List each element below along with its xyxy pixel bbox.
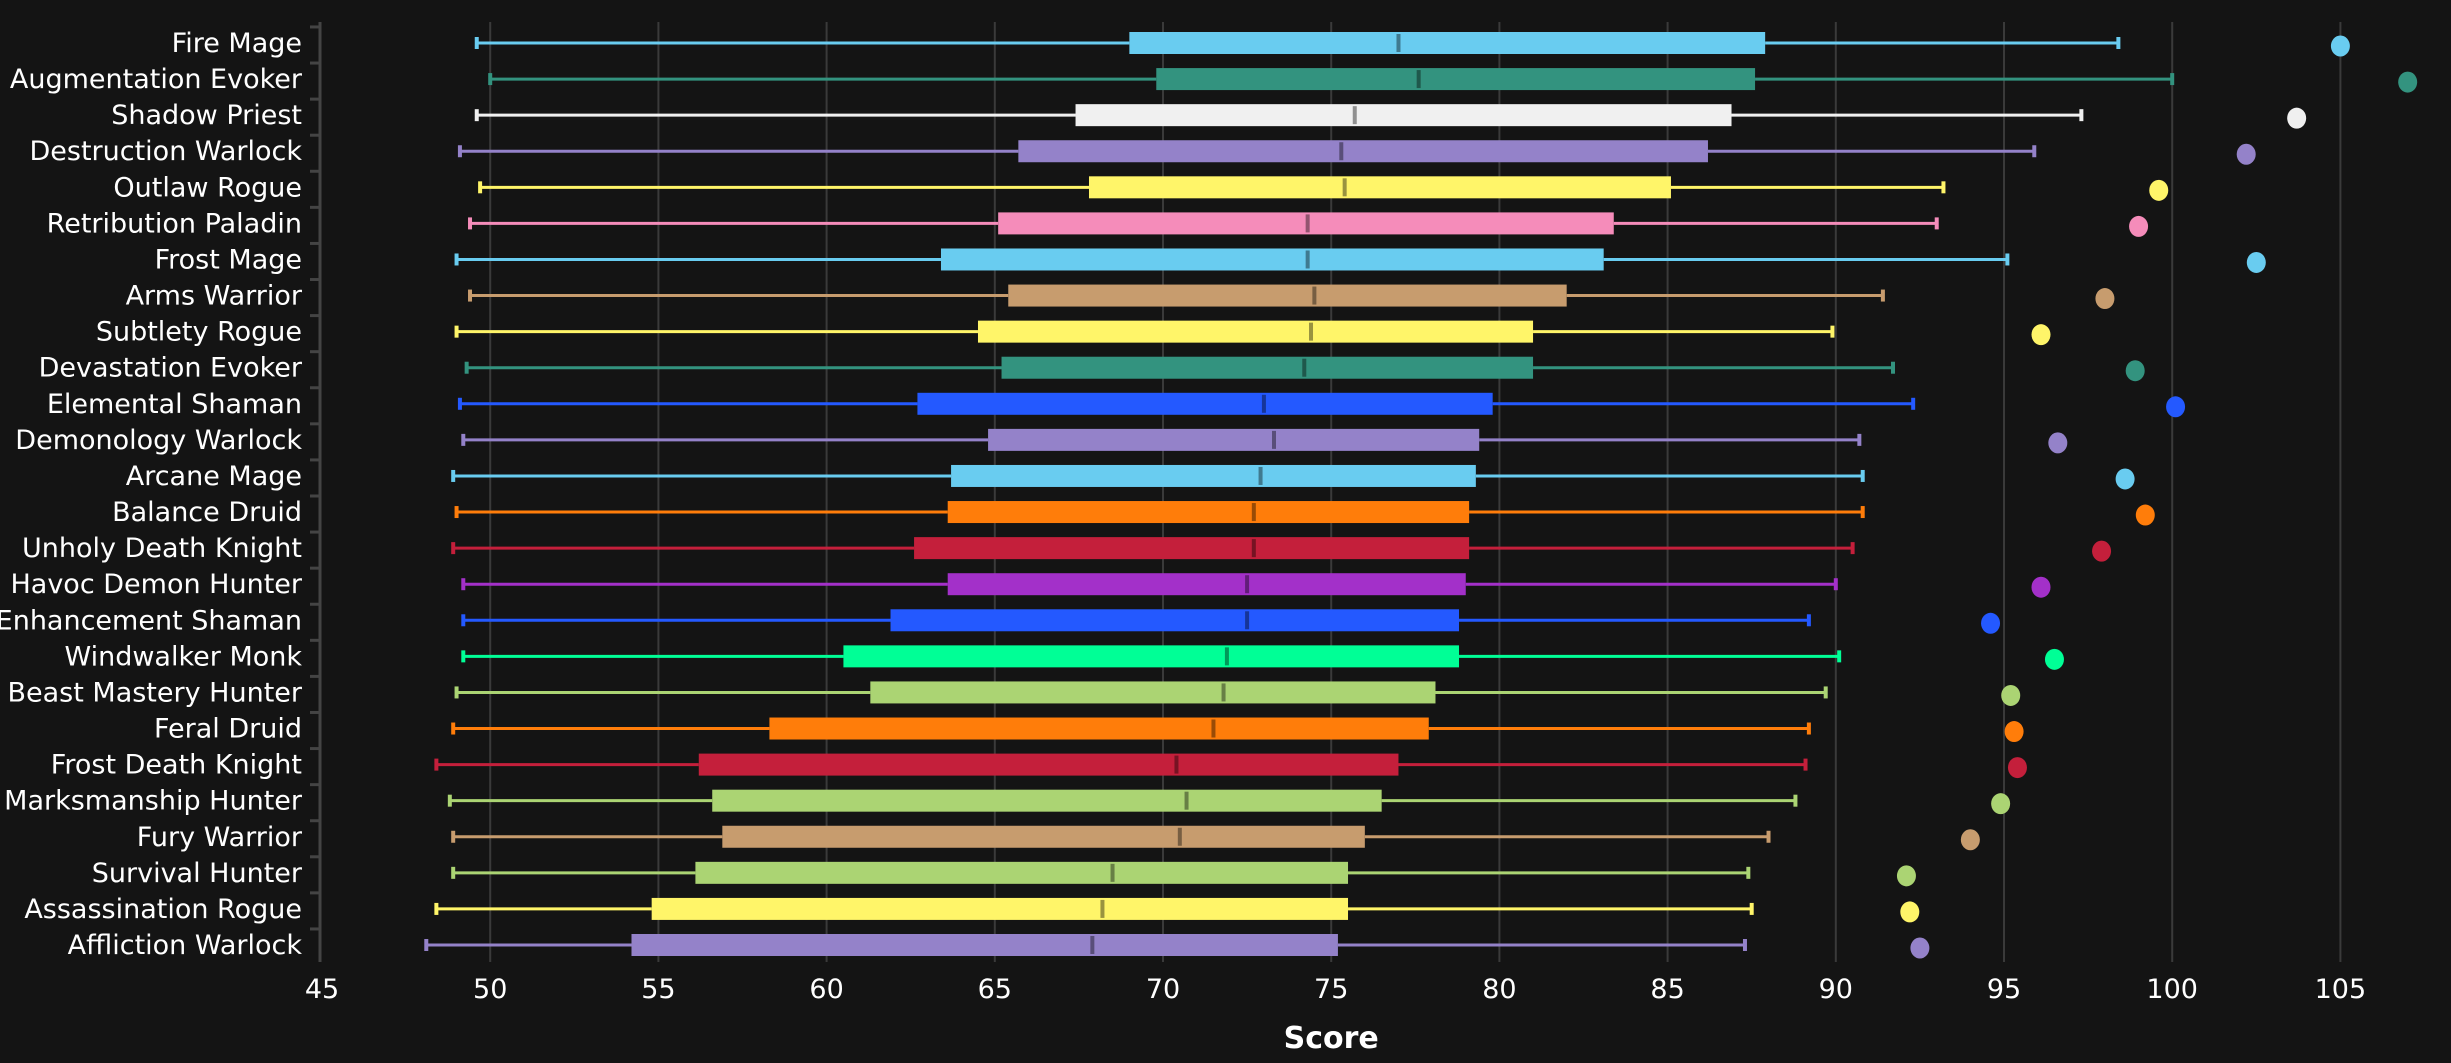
x-tick-label: 65 [978,974,1012,1005]
y-tick-label: Assassination Rogue [24,894,302,925]
outlier-point [1900,901,1920,923]
y-tick-label: Subtlety Rogue [96,317,302,348]
y-tick-label: Devastation Evoker [39,353,303,384]
outlier-point [2095,288,2115,310]
y-tick-label: Arcane Mage [126,461,302,492]
outlier-point [1910,937,1930,959]
y-tick-label: Fury Warrior [137,822,303,853]
box-iqr [1018,140,1708,163]
outlier-point [2048,432,2068,454]
outlier-point [2125,360,2145,382]
box-iqr [988,428,1480,451]
outlier-point [2287,107,2307,129]
y-tick-label: Outlaw Rogue [113,172,302,203]
outlier-point [2031,324,2051,346]
box-iqr [631,934,1338,956]
outlier-point [2031,576,2051,598]
box-iqr [695,861,1349,884]
y-tick-label: Survival Hunter [92,858,303,889]
outlier-point [2044,648,2064,670]
box-iqr [1075,104,1732,127]
x-tick-label: 85 [1650,974,1684,1005]
x-tick-label: 75 [1314,974,1348,1005]
x-tick-label: 60 [809,974,843,1005]
y-tick-label: Affliction Warlock [68,930,303,961]
y-tick-label: Demonology Warlock [15,425,302,456]
box-iqr [843,645,1460,668]
y-tick-label: Shadow Priest [111,100,302,131]
y-tick-label: Fire Mage [172,28,302,59]
y-tick-label: Marksmanship Hunter [4,786,303,817]
box-iqr [947,573,1466,596]
x-tick-label: 80 [1482,974,1516,1005]
y-tick-label: Havoc Demon Hunter [10,569,302,600]
y-tick-label: Frost Mage [155,244,302,275]
y-tick-label: Augmentation Evoker [10,64,303,95]
y-tick-label: Retribution Paladin [47,208,302,239]
box-iqr [722,825,1365,848]
x-tick-label: 55 [641,974,675,1005]
box-iqr [947,501,1470,524]
outlier-point [1960,829,1980,851]
box-iqr [940,248,1604,271]
box-iqr [712,789,1382,812]
box-iqr [870,681,1436,704]
y-tick-label: Balance Druid [112,497,302,528]
y-tick-label: Feral Druid [154,714,302,745]
x-tick-label: 45 [305,974,339,1005]
y-tick-label: Elemental Shaman [47,389,302,420]
outlier-point [1981,612,2001,634]
box-iqr [1088,176,1671,199]
box-iqr [977,320,1534,343]
outlier-point [2129,215,2149,237]
outlier-point [2246,251,2266,273]
x-axis-label: Score [1284,1021,1379,1056]
outlier-point [2149,179,2169,201]
x-tick-label: 105 [2315,974,2367,1005]
y-tick-label: Unholy Death Knight [22,533,302,564]
outlier-point [2236,143,2256,165]
y-tick-label: Beast Mastery Hunter [7,677,302,708]
outlier-point [2398,71,2418,93]
box-iqr [1008,284,1567,307]
outlier-point [2004,721,2024,743]
y-tick-label: Frost Death Knight [51,750,302,781]
box-iqr [1156,68,1756,91]
x-tick-label: 70 [1146,974,1180,1005]
y-tick-label: Enhancement Shaman [0,605,302,636]
box-iqr [1129,32,1766,54]
box-iqr [698,753,1399,776]
y-tick-label: Destruction Warlock [29,136,302,167]
box-iqr [769,717,1429,740]
outlier-point [2166,396,2186,418]
box-iqr [890,609,1460,632]
x-tick-label: 50 [473,974,507,1005]
box-iqr [1001,356,1534,379]
outlier-point [2330,35,2350,57]
outlier-point [1991,793,2011,815]
outlier-point [2001,684,2021,706]
y-tick-label: Arms Warrior [126,281,303,312]
outlier-point [2115,468,2135,490]
x-tick-label: 95 [1987,974,2021,1005]
outlier-point [1896,865,1916,887]
outlier-point [2092,540,2112,562]
y-tick-label: Windwalker Monk [64,641,302,672]
outlier-point [2007,757,2027,779]
x-tick-label: 100 [2146,974,2198,1005]
box-iqr [917,392,1493,415]
outlier-point [2135,504,2155,526]
box-iqr [914,537,1470,560]
box-iqr [951,464,1476,487]
box-iqr [651,897,1349,920]
box-plot-chart: Fire Mage Augmentation Evoker Shadow Pries… [0,0,2451,1063]
x-tick-label: 90 [1819,974,1853,1005]
